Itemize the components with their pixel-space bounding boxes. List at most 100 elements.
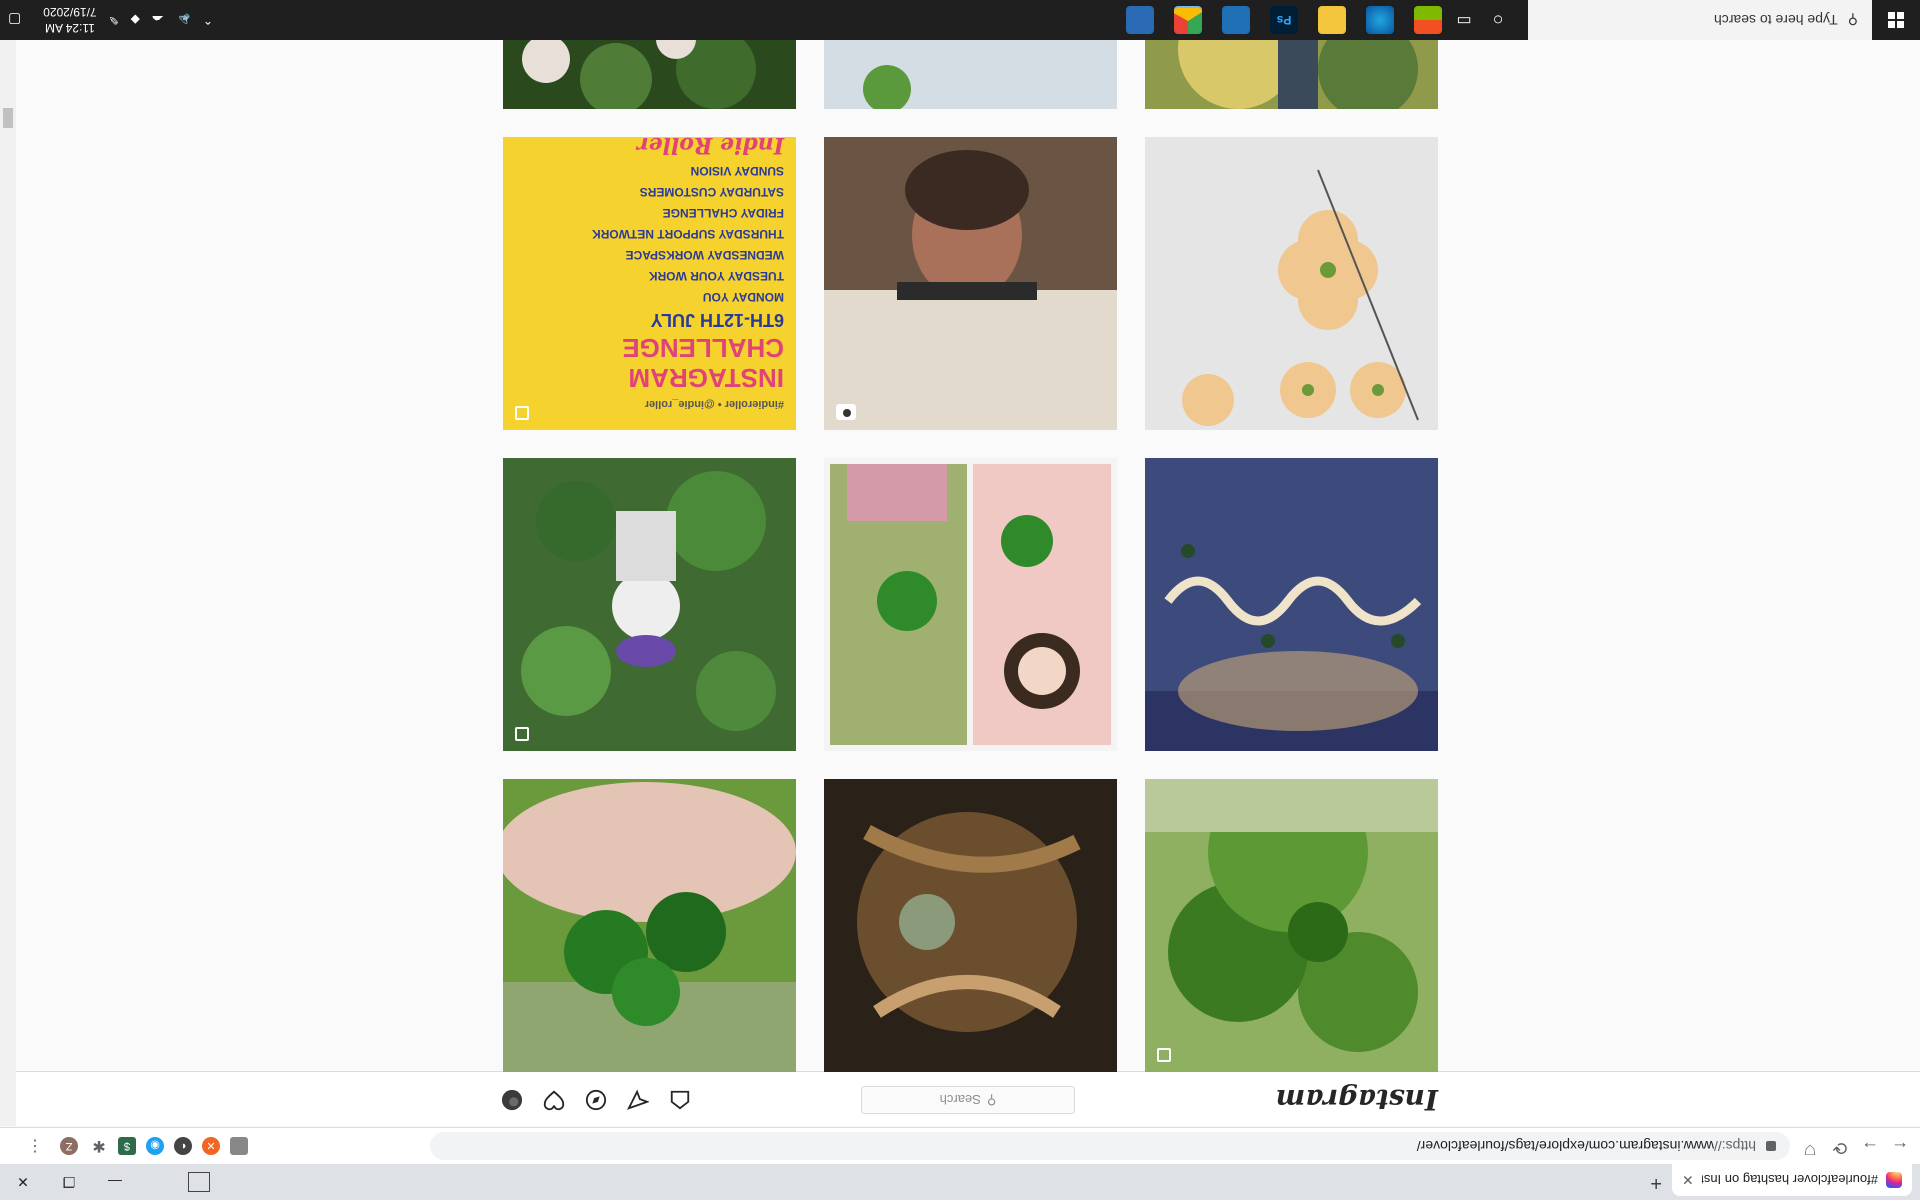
carousel-badge-icon [1157, 1048, 1171, 1062]
clover-bread-image [1145, 137, 1438, 430]
chrome-icon[interactable] [1174, 6, 1202, 34]
restore-button[interactable]: ❐ [46, 1164, 92, 1200]
windows-logo-icon [1888, 12, 1904, 28]
post-tile-7[interactable] [1145, 137, 1438, 430]
close-window-button[interactable]: ✕ [0, 1164, 46, 1200]
extension-icon-4[interactable]: ◉ [146, 1137, 164, 1155]
notifications-icon[interactable]: ▢ [8, 12, 21, 29]
extension-icon-5[interactable]: $ [118, 1137, 136, 1155]
browser-tab-instagram[interactable]: #fourleafclover hashtag on Insta ✕ [1672, 1164, 1912, 1196]
sepia-plant-image [824, 779, 1117, 1072]
post-tile-12[interactable] [503, 40, 796, 109]
cortana-icon[interactable]: ○ [1484, 6, 1512, 34]
person-portrait-image [824, 137, 1117, 430]
post-tile-4[interactable] [1145, 458, 1438, 751]
volume-icon[interactable]: 🔈 [176, 13, 191, 27]
white-bright-image [824, 40, 1117, 109]
chevron-up-icon[interactable]: ⌃ [203, 13, 213, 27]
post-tile-2[interactable] [824, 779, 1117, 1072]
back-button[interactable]: ← [1888, 1137, 1912, 1158]
activity-heart-icon[interactable] [542, 1088, 566, 1112]
home-icon[interactable] [668, 1088, 692, 1112]
forward-button[interactable]: → [1858, 1137, 1882, 1158]
poster-footer: #indieroller • @indie_roller [644, 398, 784, 410]
bookmark-icon[interactable]: ⛉ [1798, 1141, 1822, 1158]
taskbar-search-box[interactable]: ⚲ Type here to search [1528, 0, 1872, 40]
poster-brand: Indie Roller [637, 137, 784, 158]
video-badge-icon [836, 404, 856, 420]
post-tile-8[interactable] [824, 137, 1117, 430]
extension-icon-1[interactable] [230, 1137, 248, 1155]
browser-tab-strip: #fourleafclover hashtag on Insta ✕ + — ❐… [0, 1164, 1920, 1200]
tab-close-icon[interactable]: ✕ [1682, 1172, 1694, 1189]
system-tray: ⌃ 🔈 ☁ ◆ ✎ 11:24 AM 7/19/2020 ▢ [0, 0, 213, 40]
edge-browser-icon[interactable] [1366, 6, 1394, 34]
browser-toolbar: ← → ⟳ ⛉ https:// www.instagram.com/explo… [0, 1127, 1920, 1164]
address-bar[interactable]: https:// www.instagram.com/explore/tags/… [430, 1132, 1790, 1160]
clock-date: 7/19/2020 [43, 5, 97, 19]
post-tile-6[interactable] [503, 458, 796, 751]
browser-menu-button[interactable]: ⋮ [26, 1137, 44, 1155]
profile-avatar-icon[interactable] [500, 1088, 524, 1112]
poster-day-7: SUNDAY VISION [690, 164, 784, 178]
clover-field-image [1145, 779, 1438, 1072]
hearts-night-sky-image [1145, 458, 1438, 751]
poster-day-1: MONDAY YOU [702, 290, 784, 304]
lock-icon [1766, 1141, 1776, 1151]
explore-compass-icon[interactable] [584, 1088, 608, 1112]
poster-dates: 6TH-12TH JULY [650, 310, 784, 330]
poster-day-3: WEDNESDAY WORKSPACE [625, 248, 784, 262]
instagram-logo[interactable]: Instagram [1276, 1083, 1438, 1116]
post-tile-9[interactable]: #indieroller • @indie_roller INSTAGRAM C… [503, 137, 796, 430]
tab-title: #fourleafclover hashtag on Insta [1701, 1172, 1878, 1188]
puzzle-extensions-icon[interactable]: ✱ [90, 1137, 108, 1155]
reload-button[interactable]: ⟳ [1828, 1137, 1852, 1158]
tab-search-icon[interactable] [188, 1172, 210, 1192]
kids-with-clover-image [824, 458, 1117, 751]
poster-day-5: FRIDAY CHALLENGE [662, 206, 784, 220]
post-tile-1[interactable] [1145, 779, 1438, 1072]
poster-day-2: TUESDAY YOUR WORK [648, 269, 784, 283]
photos-app-icon[interactable] [1222, 6, 1250, 34]
instagram-nav-icons [500, 1088, 692, 1112]
control-panel-icon[interactable] [1126, 6, 1154, 34]
new-tab-button[interactable]: + [1650, 1171, 1662, 1194]
minimize-button[interactable]: — [92, 1164, 138, 1200]
instagram-search-input[interactable]: ⚲ Search [861, 1086, 1075, 1114]
dropbox-icon[interactable]: ◆ [131, 13, 140, 27]
post-tile-5[interactable] [824, 458, 1117, 751]
page-scrollbar[interactable] [0, 40, 16, 1126]
post-tile-3[interactable] [503, 779, 796, 1072]
url-scheme: https:// [1713, 1138, 1756, 1154]
photoshop-icon[interactable]: Ps [1270, 6, 1298, 34]
file-explorer-icon[interactable] [1318, 6, 1346, 34]
poster-day-6: SATURDAY CUSTOMERS [639, 185, 784, 199]
extension-icon-2[interactable]: ✕ [202, 1137, 220, 1155]
post-tile-10[interactable] [1145, 40, 1438, 109]
pen-icon[interactable]: ✎ [109, 13, 119, 27]
clock-time: 11:24 AM [45, 21, 95, 35]
doll-in-clover-image [503, 458, 796, 751]
task-view-icon[interactable]: ▭ [1450, 6, 1478, 34]
screen-rotated-180: #fourleafclover hashtag on Insta ✕ + — ❐… [0, 0, 1920, 1200]
post-tile-11[interactable] [824, 40, 1117, 109]
extension-icon-3[interactable]: ◐ [174, 1137, 192, 1155]
taskbar-clock[interactable]: 11:24 AM 7/19/2020 [43, 4, 96, 36]
explore-content: #indieroller • @indie_roller INSTAGRAM C… [16, 40, 1920, 1072]
start-button[interactable] [1872, 0, 1920, 40]
scrollbar-thumb[interactable] [3, 108, 13, 128]
microsoft-store-icon[interactable] [1414, 6, 1442, 34]
carousel-badge-icon [515, 406, 529, 420]
window-controls: — ❐ ✕ [0, 1164, 138, 1200]
search-icon: ⚲ [986, 1093, 997, 1108]
poster-title: INSTAGRAM CHALLENGE [622, 333, 784, 393]
onedrive-cloud-icon[interactable]: ☁ [152, 13, 164, 27]
poster-day-4: THURSDAY SUPPORT NETWORK [591, 227, 784, 241]
windows-taskbar: ⚲ Type here to search ○ ▭ Ps ⌃ 🔈 ☁ ◆ ✎ 1… [0, 0, 1920, 40]
instagram-header: Instagram ⚲ Search [16, 1071, 1920, 1126]
clover-field-image-2 [503, 40, 796, 109]
direct-messages-icon[interactable] [626, 1088, 650, 1112]
indie-roller-poster: #indieroller • @indie_roller INSTAGRAM C… [503, 137, 796, 430]
profile-avatar[interactable]: Z [60, 1137, 78, 1155]
search-icon: ⚲ [1847, 12, 1858, 29]
